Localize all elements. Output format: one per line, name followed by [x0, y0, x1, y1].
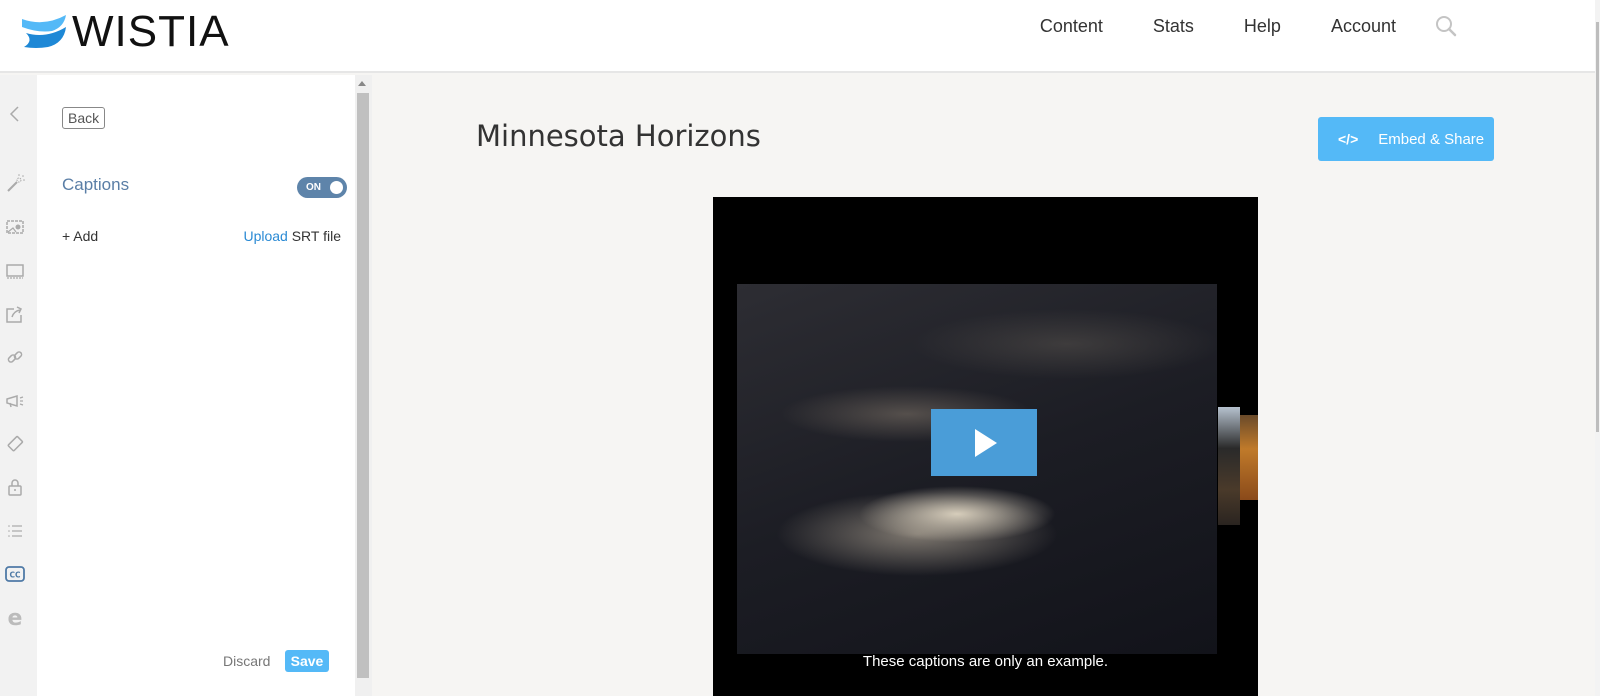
- captions-heading: Captions: [62, 175, 130, 194]
- embed-share-label: Embed & Share: [1378, 130, 1485, 148]
- magic-wand-icon[interactable]: [4, 172, 26, 194]
- share-icon[interactable]: [4, 303, 26, 325]
- nav-content[interactable]: Content: [1040, 14, 1103, 38]
- media-title: Minnesota Horizons: [476, 119, 761, 153]
- list-icon[interactable]: [4, 520, 26, 542]
- top-header: WISTIA Content Stats Help Account: [0, 0, 1600, 73]
- code-icon: </>: [1338, 131, 1359, 147]
- main-content: Minnesota Horizons </> Embed & Share The…: [372, 75, 1600, 696]
- svg-text:CC: CC: [9, 571, 21, 580]
- link-icon[interactable]: [4, 346, 26, 368]
- back-button[interactable]: Back: [62, 107, 106, 129]
- scroll-thumb[interactable]: [357, 93, 369, 678]
- upload-suffix: SRT file: [287, 228, 341, 244]
- thumbnail-icon[interactable]: [4, 216, 26, 238]
- nav-help[interactable]: Help: [1244, 14, 1281, 38]
- lock-icon[interactable]: [4, 476, 26, 498]
- add-caption-link[interactable]: + Add: [62, 228, 98, 244]
- panel-scrollbar[interactable]: [355, 75, 372, 696]
- wistia-logo-icon: [22, 15, 66, 48]
- svg-text:e: e: [8, 608, 23, 628]
- search-icon[interactable]: [1434, 14, 1458, 38]
- e-icon[interactable]: e: [4, 607, 26, 629]
- video-frame-thumbnail: [1240, 415, 1258, 500]
- caption-text: These captions are only an example.: [862, 653, 1109, 670]
- toggle-state-label: ON: [306, 182, 321, 193]
- wistia-logo[interactable]: WISTIA: [22, 7, 230, 56]
- megaphone-icon[interactable]: [4, 390, 26, 412]
- video-player[interactable]: These captions are only an example.: [713, 197, 1258, 696]
- scroll-up-arrow-icon[interactable]: [358, 81, 366, 86]
- captions-panel: Back Captions ON + Add Upload SRT file D…: [37, 75, 355, 696]
- upload-srt-row: Upload SRT file: [243, 228, 341, 244]
- nav-stats[interactable]: Stats: [1153, 14, 1194, 38]
- page-scroll-thumb[interactable]: [1596, 22, 1599, 432]
- toggle-knob: [330, 181, 343, 194]
- icon-rail: CC e: [0, 75, 37, 696]
- player-icon[interactable]: [4, 260, 26, 282]
- main-nav: Content Stats Help Account: [990, 14, 1458, 38]
- tag-icon[interactable]: [4, 433, 26, 455]
- logo-text: WISTIA: [72, 7, 230, 56]
- save-button[interactable]: Save: [285, 650, 329, 672]
- embed-share-button[interactable]: </> Embed & Share: [1318, 117, 1494, 161]
- upload-link[interactable]: Upload: [243, 228, 287, 244]
- play-button[interactable]: [931, 409, 1037, 476]
- nav-account[interactable]: Account: [1331, 14, 1396, 38]
- chevron-left-icon[interactable]: [4, 103, 26, 125]
- closed-captions-icon[interactable]: CC: [4, 563, 26, 585]
- captions-toggle[interactable]: ON: [297, 177, 347, 198]
- play-icon: [975, 428, 997, 457]
- page-scrollbar[interactable]: [1595, 0, 1600, 696]
- video-frame-thumbnail: [1218, 407, 1240, 525]
- discard-button[interactable]: Discard: [223, 653, 270, 669]
